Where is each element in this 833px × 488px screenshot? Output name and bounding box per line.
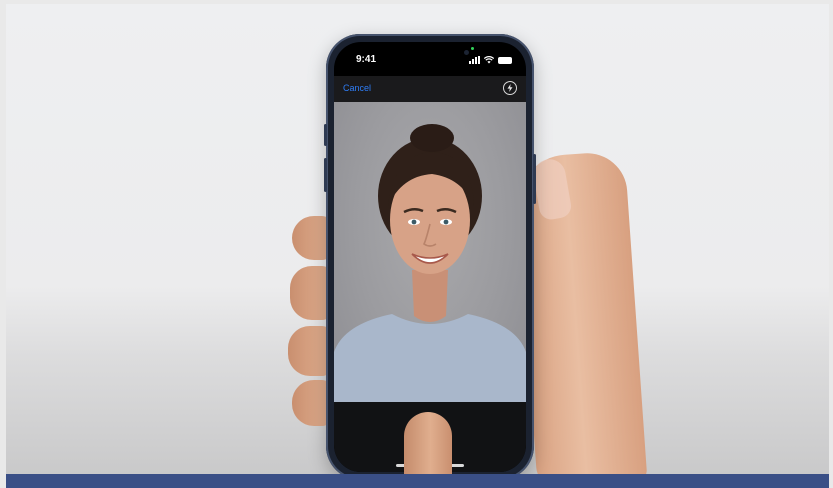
cellular-signal-icon [469, 56, 480, 64]
volume-button [324, 158, 327, 192]
camera-viewfinder [334, 102, 526, 402]
side-button [324, 124, 327, 146]
status-icons [469, 54, 512, 64]
status-bar: 9:41 [334, 42, 526, 76]
battery-icon [498, 57, 512, 64]
camera-in-use-indicator [471, 47, 474, 50]
caption-bar [6, 474, 829, 488]
pressing-finger [404, 412, 452, 474]
flash-icon[interactable] [503, 81, 517, 95]
phone-screen: 9:41 Cancel [334, 42, 526, 472]
status-time: 9:41 [356, 54, 377, 65]
cancel-button[interactable]: Cancel [343, 83, 371, 93]
wifi-icon [484, 56, 494, 64]
studio-backdrop: 9:41 Cancel [6, 4, 829, 474]
camera-toolbar: Cancel [334, 76, 526, 102]
video-frame: 9:41 Cancel [0, 0, 833, 488]
dynamic-island [400, 42, 469, 56]
portrait-preview [334, 124, 526, 402]
power-button [533, 154, 536, 204]
iphone-device: 9:41 Cancel [324, 34, 536, 474]
lightning-bolt-icon [507, 84, 513, 92]
